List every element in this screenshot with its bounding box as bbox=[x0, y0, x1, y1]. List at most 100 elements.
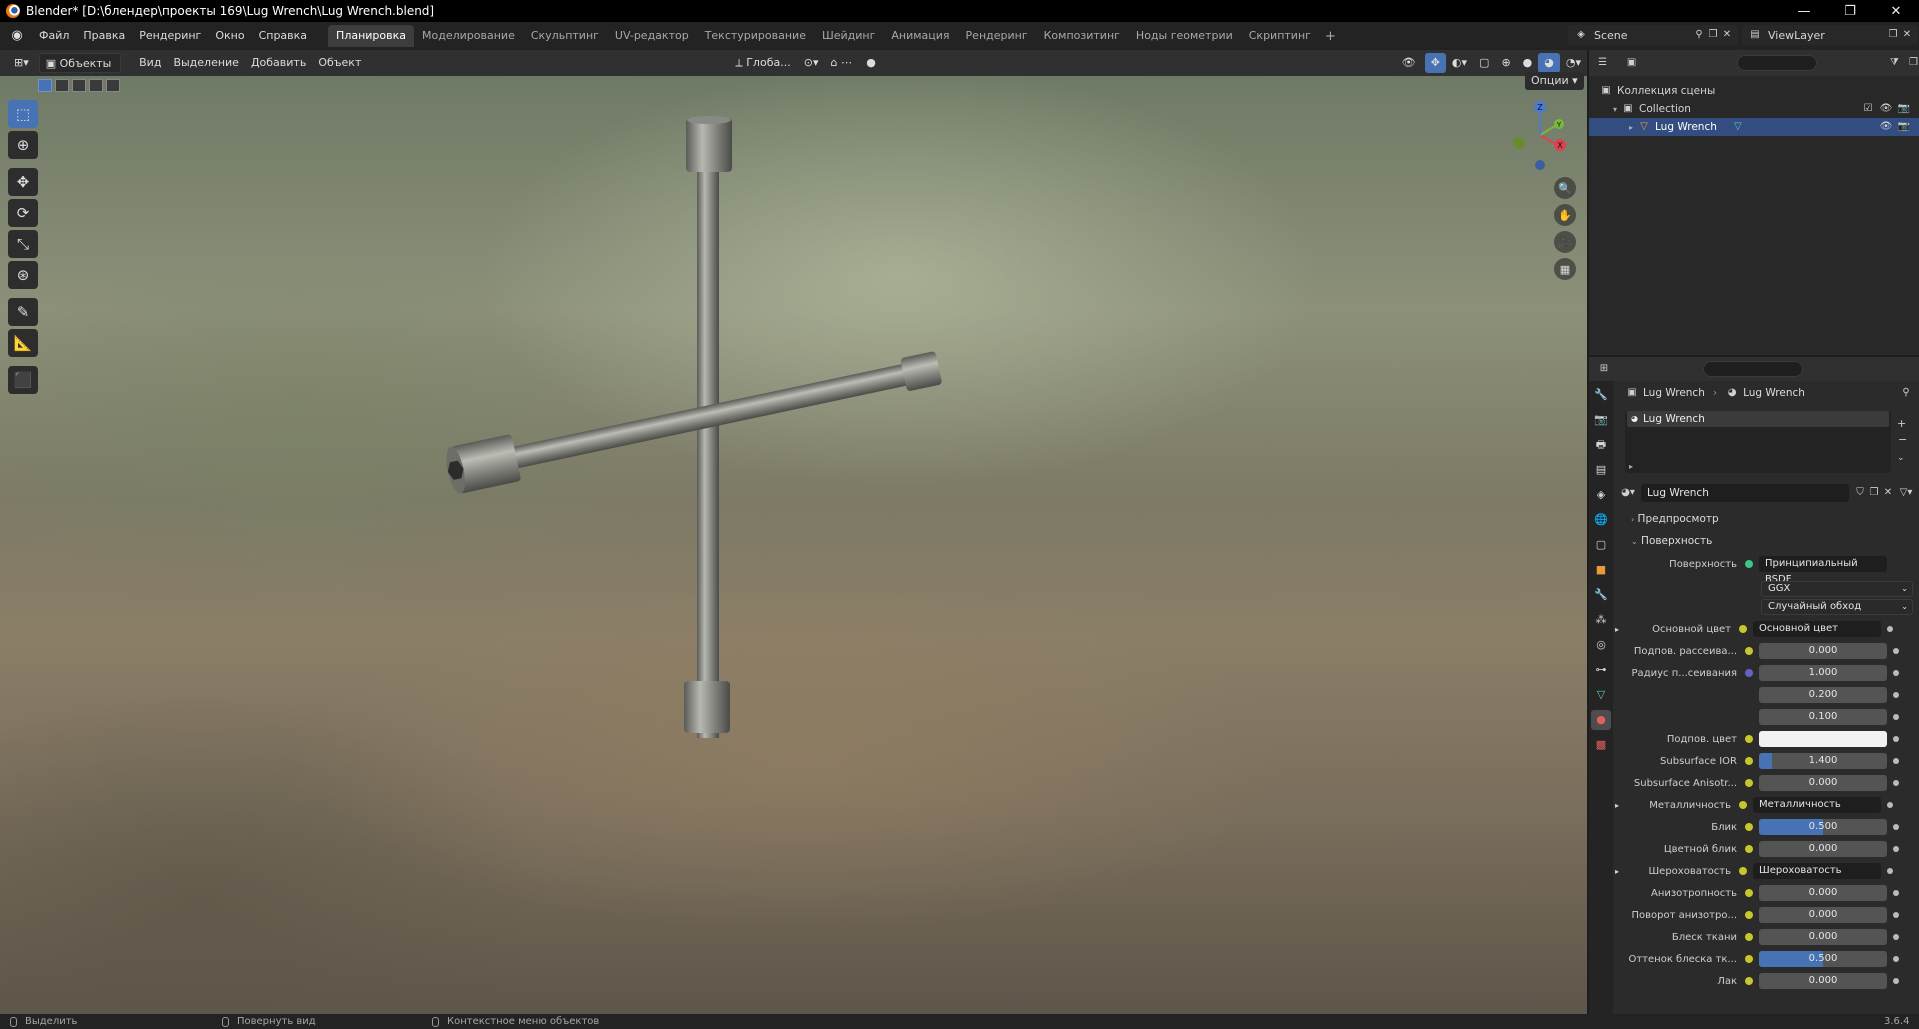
material-slots-list[interactable]: ◕ Lug Wrench ▸ bbox=[1625, 411, 1891, 473]
navigation-gizmo[interactable]: X Y Z bbox=[1505, 95, 1575, 175]
cursor-tool-icon[interactable]: ⊕ bbox=[8, 131, 38, 159]
tab-geometry-nodes[interactable]: Ноды геометрии bbox=[1128, 25, 1241, 47]
socket-icon[interactable] bbox=[1745, 669, 1753, 677]
tab-compositing[interactable]: Композитинг bbox=[1036, 25, 1128, 47]
numeric-field[interactable]: 0.000 bbox=[1759, 973, 1887, 989]
material-tab-icon[interactable]: ● bbox=[1591, 710, 1611, 730]
scene-tab-icon[interactable]: ◈ bbox=[1591, 485, 1611, 505]
close-button[interactable]: ✕ bbox=[1873, 0, 1919, 22]
rendered-shading-icon[interactable]: ◔▾ bbox=[1560, 53, 1587, 73]
pin-icon[interactable]: ⚲ bbox=[1692, 28, 1706, 42]
tab-shading[interactable]: Шейдинг bbox=[814, 25, 883, 47]
object-tab-icon[interactable]: ■ bbox=[1591, 560, 1611, 580]
preview-panel-header[interactable]: › Предпросмотр bbox=[1615, 509, 1919, 529]
material-shading-icon[interactable]: ◕ bbox=[1538, 53, 1560, 73]
particles-tab-icon[interactable]: ⁂ bbox=[1591, 610, 1611, 630]
blender-menu-icon[interactable]: ◉ bbox=[8, 27, 26, 45]
new-collection-icon[interactable]: ❐ bbox=[1908, 56, 1919, 70]
move-tool-icon[interactable]: ✥ bbox=[8, 168, 38, 196]
numeric-field[interactable]: 0.000 bbox=[1759, 643, 1887, 659]
linked-input-field[interactable]: Шероховатость bbox=[1753, 863, 1882, 879]
scene-collection-row[interactable]: ▣ Коллекция сцены bbox=[1589, 82, 1919, 100]
overlay-toggle-icon[interactable]: ◐▾ bbox=[1446, 53, 1473, 73]
browse-material-icon[interactable]: ◕▾ bbox=[1621, 486, 1635, 500]
world-tab-icon[interactable]: 🌐 bbox=[1591, 510, 1611, 530]
modifier-tab-icon[interactable]: 🔧 bbox=[1591, 585, 1611, 605]
numeric-field[interactable]: 1.400 bbox=[1759, 753, 1887, 769]
socket-icon[interactable] bbox=[1745, 845, 1753, 853]
keyframe-dot-icon[interactable] bbox=[1893, 824, 1899, 830]
filter-icon[interactable]: ⧩ bbox=[1889, 56, 1900, 70]
select-intersect-icon[interactable] bbox=[106, 78, 120, 92]
socket-icon[interactable] bbox=[1739, 867, 1748, 875]
expand-arrow-icon[interactable]: ▸ bbox=[1629, 123, 1633, 132]
remove-slot-icon[interactable]: − bbox=[1898, 433, 1907, 446]
output-tab-icon[interactable]: 🖶 bbox=[1591, 435, 1611, 455]
select-new-icon[interactable] bbox=[38, 78, 52, 92]
mode-dropdown[interactable]: ▣ Объекты bbox=[38, 53, 122, 73]
menu-help[interactable]: Справка bbox=[252, 25, 314, 47]
menu-select[interactable]: Выделение bbox=[167, 53, 245, 73]
tab-animation[interactable]: Анимация bbox=[883, 25, 957, 47]
numeric-field[interactable]: 0.000 bbox=[1759, 885, 1887, 901]
menu-edit[interactable]: Правка bbox=[76, 25, 132, 47]
socket-icon[interactable] bbox=[1745, 647, 1753, 655]
socket-icon[interactable] bbox=[1739, 625, 1748, 633]
add-workspace-icon[interactable]: + bbox=[1319, 29, 1342, 44]
view-layer-tab-icon[interactable]: ▤ bbox=[1591, 460, 1611, 480]
fake-user-shield-icon[interactable]: ⛉ bbox=[1853, 486, 1867, 500]
display-mode-icon[interactable]: ▣ bbox=[1626, 56, 1637, 70]
socket-icon[interactable] bbox=[1739, 801, 1748, 809]
texture-tab-icon[interactable]: ▩ bbox=[1591, 735, 1611, 755]
maximize-button[interactable]: ❐ bbox=[1827, 0, 1873, 22]
menu-file[interactable]: Файл bbox=[32, 25, 76, 47]
transform-tool-icon[interactable]: ⊛ bbox=[8, 261, 38, 289]
lug-wrench-model[interactable] bbox=[0, 76, 1587, 1014]
annotate-tool-icon[interactable]: ✎ bbox=[8, 298, 38, 326]
render-tab-icon[interactable]: 📷 bbox=[1591, 410, 1611, 430]
select-invert-icon[interactable] bbox=[89, 78, 103, 92]
select-subtract-icon[interactable] bbox=[72, 78, 86, 92]
socket-icon[interactable] bbox=[1745, 889, 1753, 897]
outliner-search-input[interactable] bbox=[1737, 55, 1817, 71]
numeric-field[interactable]: 0.000 bbox=[1759, 775, 1887, 791]
delete-scene-icon[interactable]: ✕ bbox=[1720, 28, 1734, 42]
solid-shading-icon[interactable]: ● bbox=[1517, 53, 1539, 73]
keyframe-dot-icon[interactable] bbox=[1887, 868, 1894, 874]
camera-view-icon[interactable]: 🎥 bbox=[1554, 231, 1576, 253]
measure-tool-icon[interactable]: 📐 bbox=[8, 329, 38, 357]
delete-view-layer-icon[interactable]: ✕ bbox=[1900, 28, 1914, 42]
snap-icon[interactable]: ⌂ ⋯▾ bbox=[825, 53, 861, 89]
socket-icon[interactable] bbox=[1745, 955, 1753, 963]
surface-shader-field[interactable]: Принципиальный BSDF bbox=[1759, 556, 1887, 585]
material-selector[interactable]: ◕▾ Lug Wrench ⛉ ❐ ✕ ▽▾ bbox=[1621, 483, 1913, 503]
numeric-field[interactable]: 0.000 bbox=[1759, 929, 1887, 945]
gizmo-neg-z-icon[interactable] bbox=[1535, 160, 1545, 170]
menu-window[interactable]: Окно bbox=[208, 25, 251, 47]
tab-rendering[interactable]: Рендеринг bbox=[958, 25, 1036, 47]
socket-icon[interactable] bbox=[1745, 823, 1753, 831]
tab-layout[interactable]: Планировка bbox=[328, 25, 415, 47]
mesh-data-icon[interactable]: ▽ bbox=[1731, 120, 1745, 134]
numeric-field[interactable]: 0.000 bbox=[1759, 841, 1887, 857]
add-slot-icon[interactable]: + bbox=[1897, 417, 1906, 430]
socket-icon[interactable] bbox=[1745, 779, 1753, 787]
unlink-material-icon[interactable]: ✕ bbox=[1881, 486, 1895, 500]
select-extend-icon[interactable] bbox=[55, 78, 69, 92]
numeric-field[interactable]: 0.000 bbox=[1759, 907, 1887, 923]
keyframe-dot-icon[interactable] bbox=[1887, 626, 1894, 632]
material-slot[interactable]: ◕ Lug Wrench bbox=[1627, 411, 1889, 427]
keyframe-dot-icon[interactable] bbox=[1893, 890, 1899, 896]
collection-tab-icon[interactable]: ▢ bbox=[1591, 535, 1611, 555]
subsurface-method-dropdown[interactable]: Случайный обход ⌄ bbox=[1761, 599, 1913, 615]
duplicate-material-icon[interactable]: ❐ bbox=[1867, 486, 1881, 500]
surface-panel-header[interactable]: ⌄ Поверхность bbox=[1615, 531, 1919, 551]
tab-uv-editing[interactable]: UV-редактор bbox=[607, 25, 697, 47]
color-swatch[interactable] bbox=[1759, 731, 1887, 747]
render-camera-icon[interactable]: 📷 bbox=[1897, 102, 1911, 116]
socket-icon[interactable] bbox=[1745, 757, 1753, 765]
new-scene-icon[interactable]: ❐ bbox=[1706, 28, 1720, 42]
keyframe-dot-icon[interactable] bbox=[1887, 802, 1894, 808]
view-layer-selector[interactable]: ▤ ViewLayer ❐ ✕ bbox=[1742, 25, 1918, 45]
keyframe-dot-icon[interactable] bbox=[1893, 978, 1899, 984]
